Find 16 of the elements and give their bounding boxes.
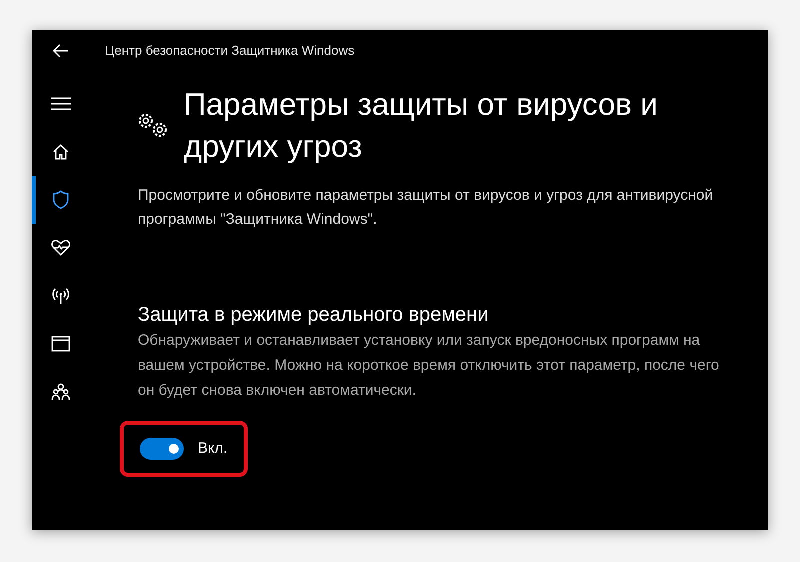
shield-icon <box>52 190 70 210</box>
window-icon <box>51 335 71 353</box>
gears-icon <box>138 112 170 140</box>
section-title: Защита в режиме реального времени <box>138 303 490 328</box>
menu-icon <box>51 97 71 111</box>
window-title: Центр безопасности Защитника Windows <box>104 42 355 60</box>
section-description: Обнаруживает и останавливает установку или запуск вредоносных программ на вашем устройстве. Можно на короткое время отключить этот параметр, после чего он будет снова включен автоматически. <box>138 331 720 401</box>
toggle-label: Вкл. <box>198 438 228 459</box>
back-arrow-icon <box>53 44 69 58</box>
antenna-icon <box>51 287 71 305</box>
page-description: Просмотрите и обновите параметры защиты от вирусов и угроз для антивирусной программы "Защитника Windows". <box>138 186 714 230</box>
family-icon <box>51 383 71 401</box>
page-title: Параметры защиты от вирусов и других угроз <box>184 86 659 166</box>
heart-icon <box>51 239 71 257</box>
toggle-switch[interactable] <box>140 438 184 460</box>
home-icon <box>52 143 70 161</box>
